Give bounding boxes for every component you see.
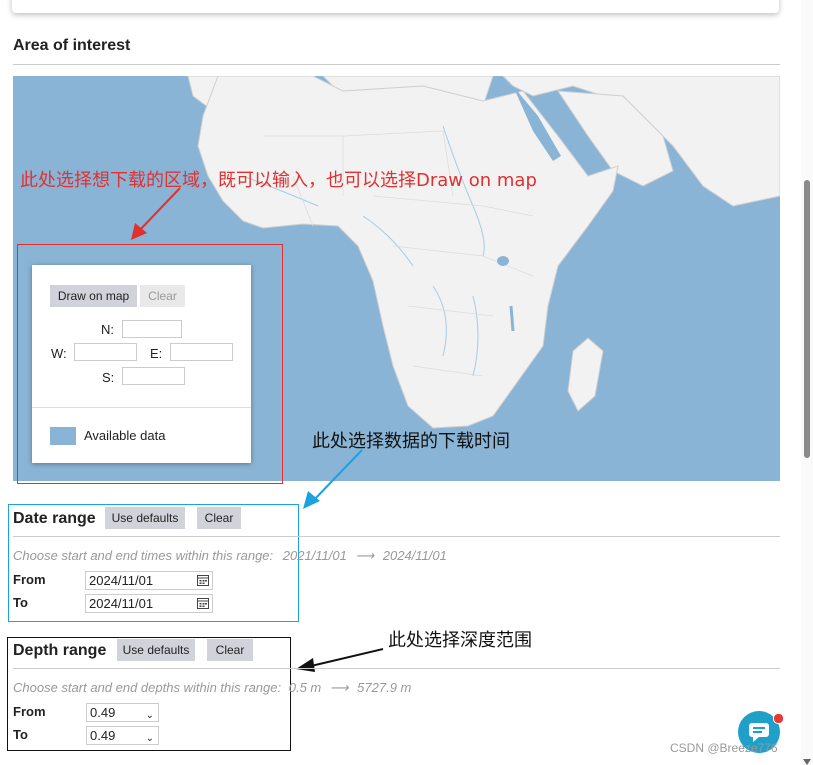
date-from-value: 2024/11/01 [89, 573, 154, 588]
notification-dot [773, 713, 784, 724]
depth-from-label: From [13, 704, 46, 719]
date-range-title: Date range [13, 510, 96, 527]
date-range-end: 2024/11/01 [382, 548, 447, 563]
calendar-icon[interactable] [197, 597, 209, 609]
watermark: CSDN @Breeze776 [670, 741, 778, 755]
date-range-hint: Choose start and end times within this r… [13, 548, 447, 564]
date-hint-text: Choose start and end times within this r… [13, 548, 274, 563]
depth-from-value: 0.49 [90, 705, 116, 720]
scrollbar[interactable] [801, 0, 813, 765]
scroll-down-icon[interactable] [803, 759, 811, 765]
date-annotation-arrow [303, 449, 363, 509]
depth-from-select[interactable]: 0.49 ⌄ [86, 703, 159, 722]
area-divider [13, 64, 780, 65]
depth-use-defaults-button[interactable]: Use defaults [117, 639, 195, 661]
depth-range-end: 5727.9 m [357, 680, 412, 695]
depth-clear-button[interactable]: Clear [207, 639, 253, 661]
depth-to-value: 0.49 [90, 728, 116, 743]
depth-annotation: 此处选择深度范围 [388, 630, 532, 651]
calendar-icon[interactable] [197, 574, 209, 586]
date-range-start: 2021/11/01 [282, 548, 347, 563]
top-card [12, 0, 779, 13]
date-from-input[interactable]: 2024/11/01 [85, 571, 213, 590]
depth-hint-text: Choose start and end depths within this … [13, 680, 282, 695]
depth-to-select[interactable]: 0.49 ⌄ [86, 726, 159, 745]
scrollbar-thumb[interactable] [804, 180, 810, 458]
chevron-down-icon: ⌄ [145, 710, 154, 721]
date-divider [13, 536, 780, 537]
date-from-label: From [13, 572, 46, 587]
area-of-interest-title: Area of interest [13, 37, 131, 54]
depth-range-start: 0.5 m [288, 680, 322, 695]
depth-to-label: To [13, 727, 28, 742]
date-use-defaults-button[interactable]: Use defaults [105, 507, 185, 529]
area-highlight-box [17, 244, 283, 484]
area-annotation-arrow [131, 187, 181, 240]
date-to-input[interactable]: 2024/11/01 [85, 594, 213, 613]
depth-divider [13, 668, 780, 669]
date-to-value: 2024/11/01 [89, 596, 154, 611]
depth-range-title: Depth range [13, 642, 107, 659]
date-clear-button[interactable]: Clear [197, 507, 241, 529]
date-range-arrow: ⟶ [355, 548, 375, 563]
depth-annotation-arrow [296, 648, 384, 672]
chevron-down-icon: ⌄ [145, 733, 154, 744]
area-annotation: 此处选择想下载的区域，既可以输入，也可以选择Draw on map [20, 170, 537, 191]
depth-range-arrow: ⟶ [329, 680, 349, 695]
date-to-label: To [13, 595, 28, 610]
depth-range-hint: Choose start and end depths within this … [13, 680, 411, 696]
